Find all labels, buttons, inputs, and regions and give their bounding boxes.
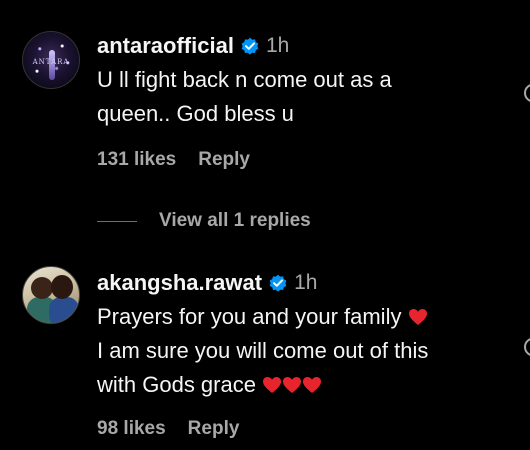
comment-text-line: queen.. God bless u — [97, 101, 294, 126]
likes-count[interactable]: 98 likes — [97, 418, 166, 440]
comment-text-segment: with Gods grace — [97, 372, 256, 397]
reply-button[interactable]: Reply — [198, 149, 250, 171]
verified-badge-icon — [241, 37, 259, 55]
heart-outline-icon[interactable] — [520, 82, 530, 104]
comment-text-line: I am sure you will come out of this — [97, 338, 429, 363]
comment-actions: 131 likes Reply — [97, 147, 250, 173]
avatar[interactable]: ANTARA — [22, 31, 80, 89]
username[interactable]: antaraofficial — [97, 33, 234, 59]
comment-text-line: Prayers for you and your family — [97, 300, 507, 334]
comment-text-segment: Prayers for you and your family — [97, 304, 402, 329]
reply-button[interactable]: Reply — [188, 418, 240, 440]
likes-count[interactable]: 131 likes — [97, 149, 176, 171]
comment-text: Prayers for you and your family I am sur… — [97, 300, 507, 402]
avatar-photo-part — [51, 275, 73, 299]
view-replies-button[interactable]: View all 1 replies — [159, 210, 311, 232]
red-heart-emoji — [263, 377, 282, 393]
comment-header: akangsha.rawat 1h — [97, 268, 317, 298]
replies-divider — [97, 220, 137, 222]
avatar-logo: ANTARA — [32, 58, 70, 66]
red-heart-emoji — [303, 377, 322, 393]
comment-text-line: with Gods grace — [97, 368, 507, 402]
verified-badge-icon — [269, 274, 287, 292]
view-replies[interactable]: View all 1 replies — [97, 208, 311, 234]
username[interactable]: akangsha.rawat — [97, 270, 262, 296]
red-heart-emoji — [408, 309, 427, 325]
avatar-photo-part — [49, 297, 79, 323]
comment-actions: 98 likes Reply — [97, 416, 239, 442]
comment-header: antaraofficial 1h — [97, 31, 289, 61]
comment-time: 1h — [294, 271, 318, 294]
avatar-photo-part — [31, 277, 53, 299]
comment-text: U ll fight back n come out as a queen.. … — [97, 63, 507, 131]
comment-text-line: U ll fight back n come out as a — [97, 67, 392, 92]
avatar[interactable] — [22, 266, 80, 324]
red-heart-emoji — [283, 377, 302, 393]
comment-time: 1h — [265, 34, 290, 57]
heart-outline-icon[interactable] — [520, 336, 530, 358]
